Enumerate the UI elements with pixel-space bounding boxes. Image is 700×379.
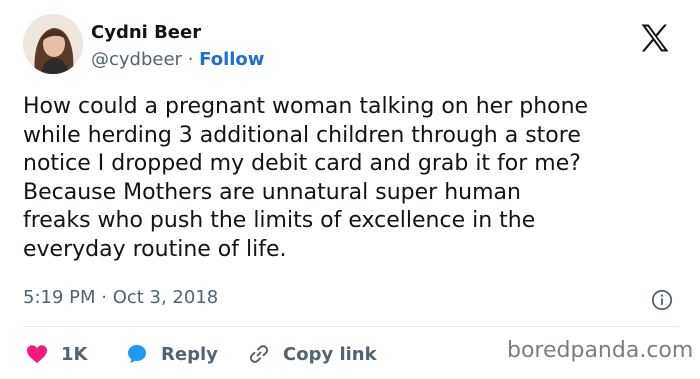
reply-label: Reply — [161, 343, 218, 365]
x-logo-icon[interactable] — [637, 20, 673, 56]
avatar-image — [23, 14, 83, 74]
author-name[interactable]: Cydni Beer — [91, 22, 201, 43]
tweet-line: freaks who push the limits of excellence… — [23, 208, 536, 233]
tweet-card: Cydni Beer @cydbeer · Follow How could a… — [0, 0, 700, 379]
watermark: boredpanda.com — [507, 338, 694, 363]
copy-link-button[interactable]: Copy link — [247, 340, 377, 368]
author-handle[interactable]: @cydbeer — [91, 49, 182, 70]
tweet-line: everyday routine of life. — [23, 236, 287, 262]
tweet-line: How could a pregnant woman talking on he… — [23, 94, 589, 119]
avatar[interactable] — [23, 14, 83, 74]
link-icon — [249, 345, 269, 363]
reply-button[interactable]: Reply — [125, 340, 218, 368]
divider — [23, 326, 679, 327]
tweet-text: How could a pregnant woman talking on he… — [23, 93, 683, 264]
copy-link-label: Copy link — [283, 343, 377, 365]
follow-button[interactable]: Follow — [199, 49, 264, 70]
heart-icon — [27, 345, 47, 363]
tweet-line: Because Mothers are unnatural super huma… — [23, 179, 521, 205]
handle-separator: · — [187, 49, 194, 70]
like-count: 1K — [61, 343, 88, 365]
reply-bubble-icon — [128, 345, 146, 364]
tweet-line: while herding 3 additional children thro… — [23, 122, 581, 148]
handle-row: @cydbeer · Follow — [91, 49, 264, 70]
tweet-timestamp[interactable]: 5:19 PM · Oct 3, 2018 — [23, 287, 218, 308]
info-icon[interactable] — [651, 289, 673, 311]
like-button[interactable]: 1K — [25, 340, 87, 368]
tweet-line: notice I dropped my debit card and grab … — [23, 151, 581, 176]
